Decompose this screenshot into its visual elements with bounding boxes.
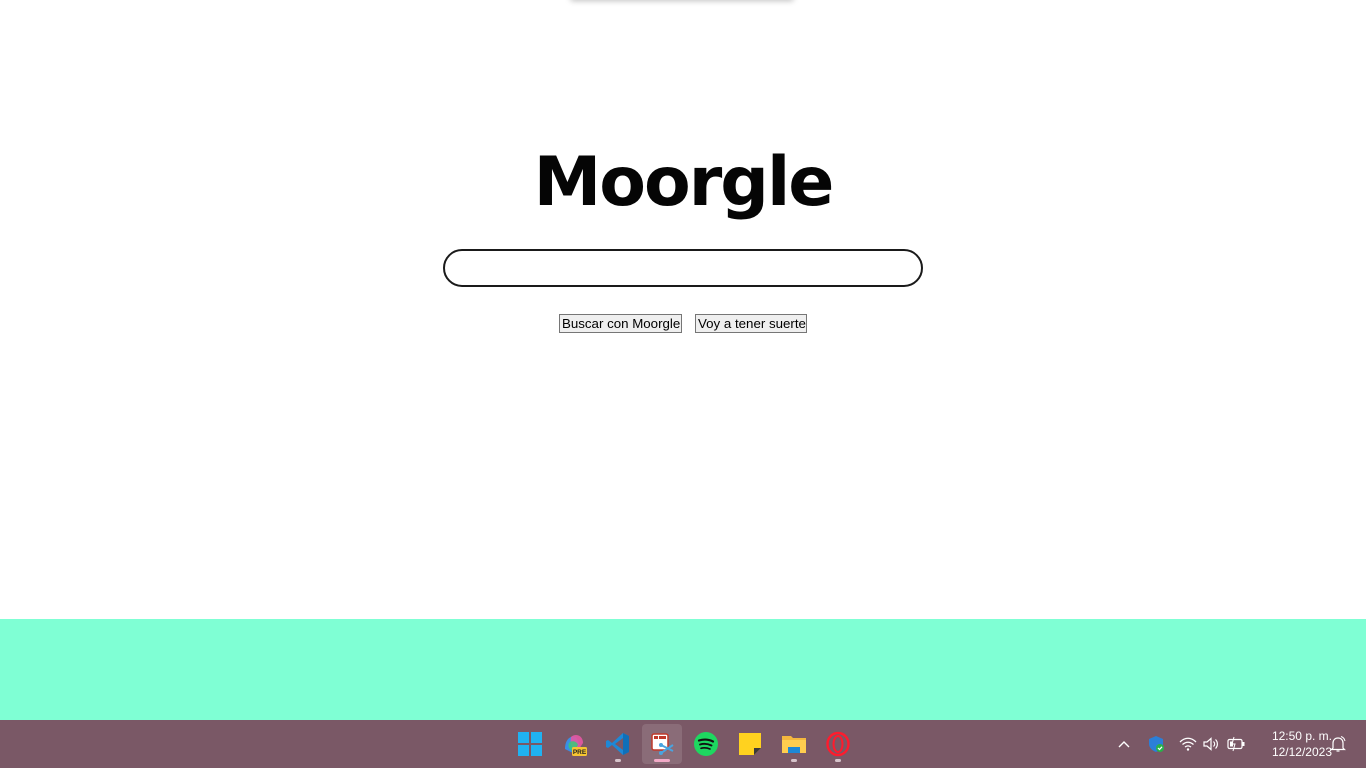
tray-security[interactable] <box>1145 732 1167 756</box>
windows-logo-icon <box>518 732 542 756</box>
tray-network[interactable] <box>1177 732 1199 756</box>
taskbar-app-file-explorer[interactable] <box>774 724 814 764</box>
wifi-icon <box>1179 737 1197 751</box>
start-button[interactable] <box>510 724 550 764</box>
spotify-icon <box>694 732 718 756</box>
system-clock[interactable]: 12:50 p. m. 12/12/2023 <box>1252 728 1332 760</box>
running-indicator <box>654 759 670 762</box>
folder-icon <box>782 736 806 753</box>
battery-icon <box>1227 736 1245 752</box>
search-button[interactable]: Buscar con Moorgle <box>559 314 682 333</box>
taskbar-app-snipping-tool[interactable] <box>642 724 682 764</box>
taskbar-app-sticky-notes[interactable] <box>730 724 770 764</box>
logo-title: Moorgle <box>533 143 835 222</box>
taskbar-app-copilot-preview[interactable]: PRE <box>554 724 594 764</box>
clock-date: 12/12/2023 <box>1271 745 1332 759</box>
tray-volume[interactable] <box>1200 732 1222 756</box>
taskbar-app-vscode[interactable] <box>598 724 638 764</box>
show-hidden-icons-button[interactable] <box>1114 732 1134 756</box>
clock-time: 12:50 p. m. <box>1271 729 1332 743</box>
vscode-icon <box>606 733 629 755</box>
security-shield-icon <box>1149 736 1164 752</box>
copilot-pre-icon: PRE <box>565 735 587 756</box>
running-indicator <box>791 759 797 762</box>
taskbar-app-opera[interactable] <box>818 724 858 764</box>
volume-icon <box>1203 737 1218 751</box>
footer-band <box>0 619 1366 720</box>
snipping-tool-icon <box>651 733 674 755</box>
tray-battery[interactable] <box>1225 732 1247 756</box>
running-indicator <box>615 759 621 762</box>
taskbar: PRE <box>0 720 1366 768</box>
svg-text:PRE: PRE <box>573 749 587 756</box>
search-input[interactable] <box>443 249 923 287</box>
opera-icon <box>826 731 850 757</box>
lucky-button[interactable]: Voy a tener suerte <box>695 314 807 333</box>
chevron-up-icon <box>1118 741 1130 748</box>
running-indicator <box>835 759 841 762</box>
taskbar-app-spotify[interactable] <box>686 724 726 764</box>
sticky-notes-icon <box>739 733 761 755</box>
